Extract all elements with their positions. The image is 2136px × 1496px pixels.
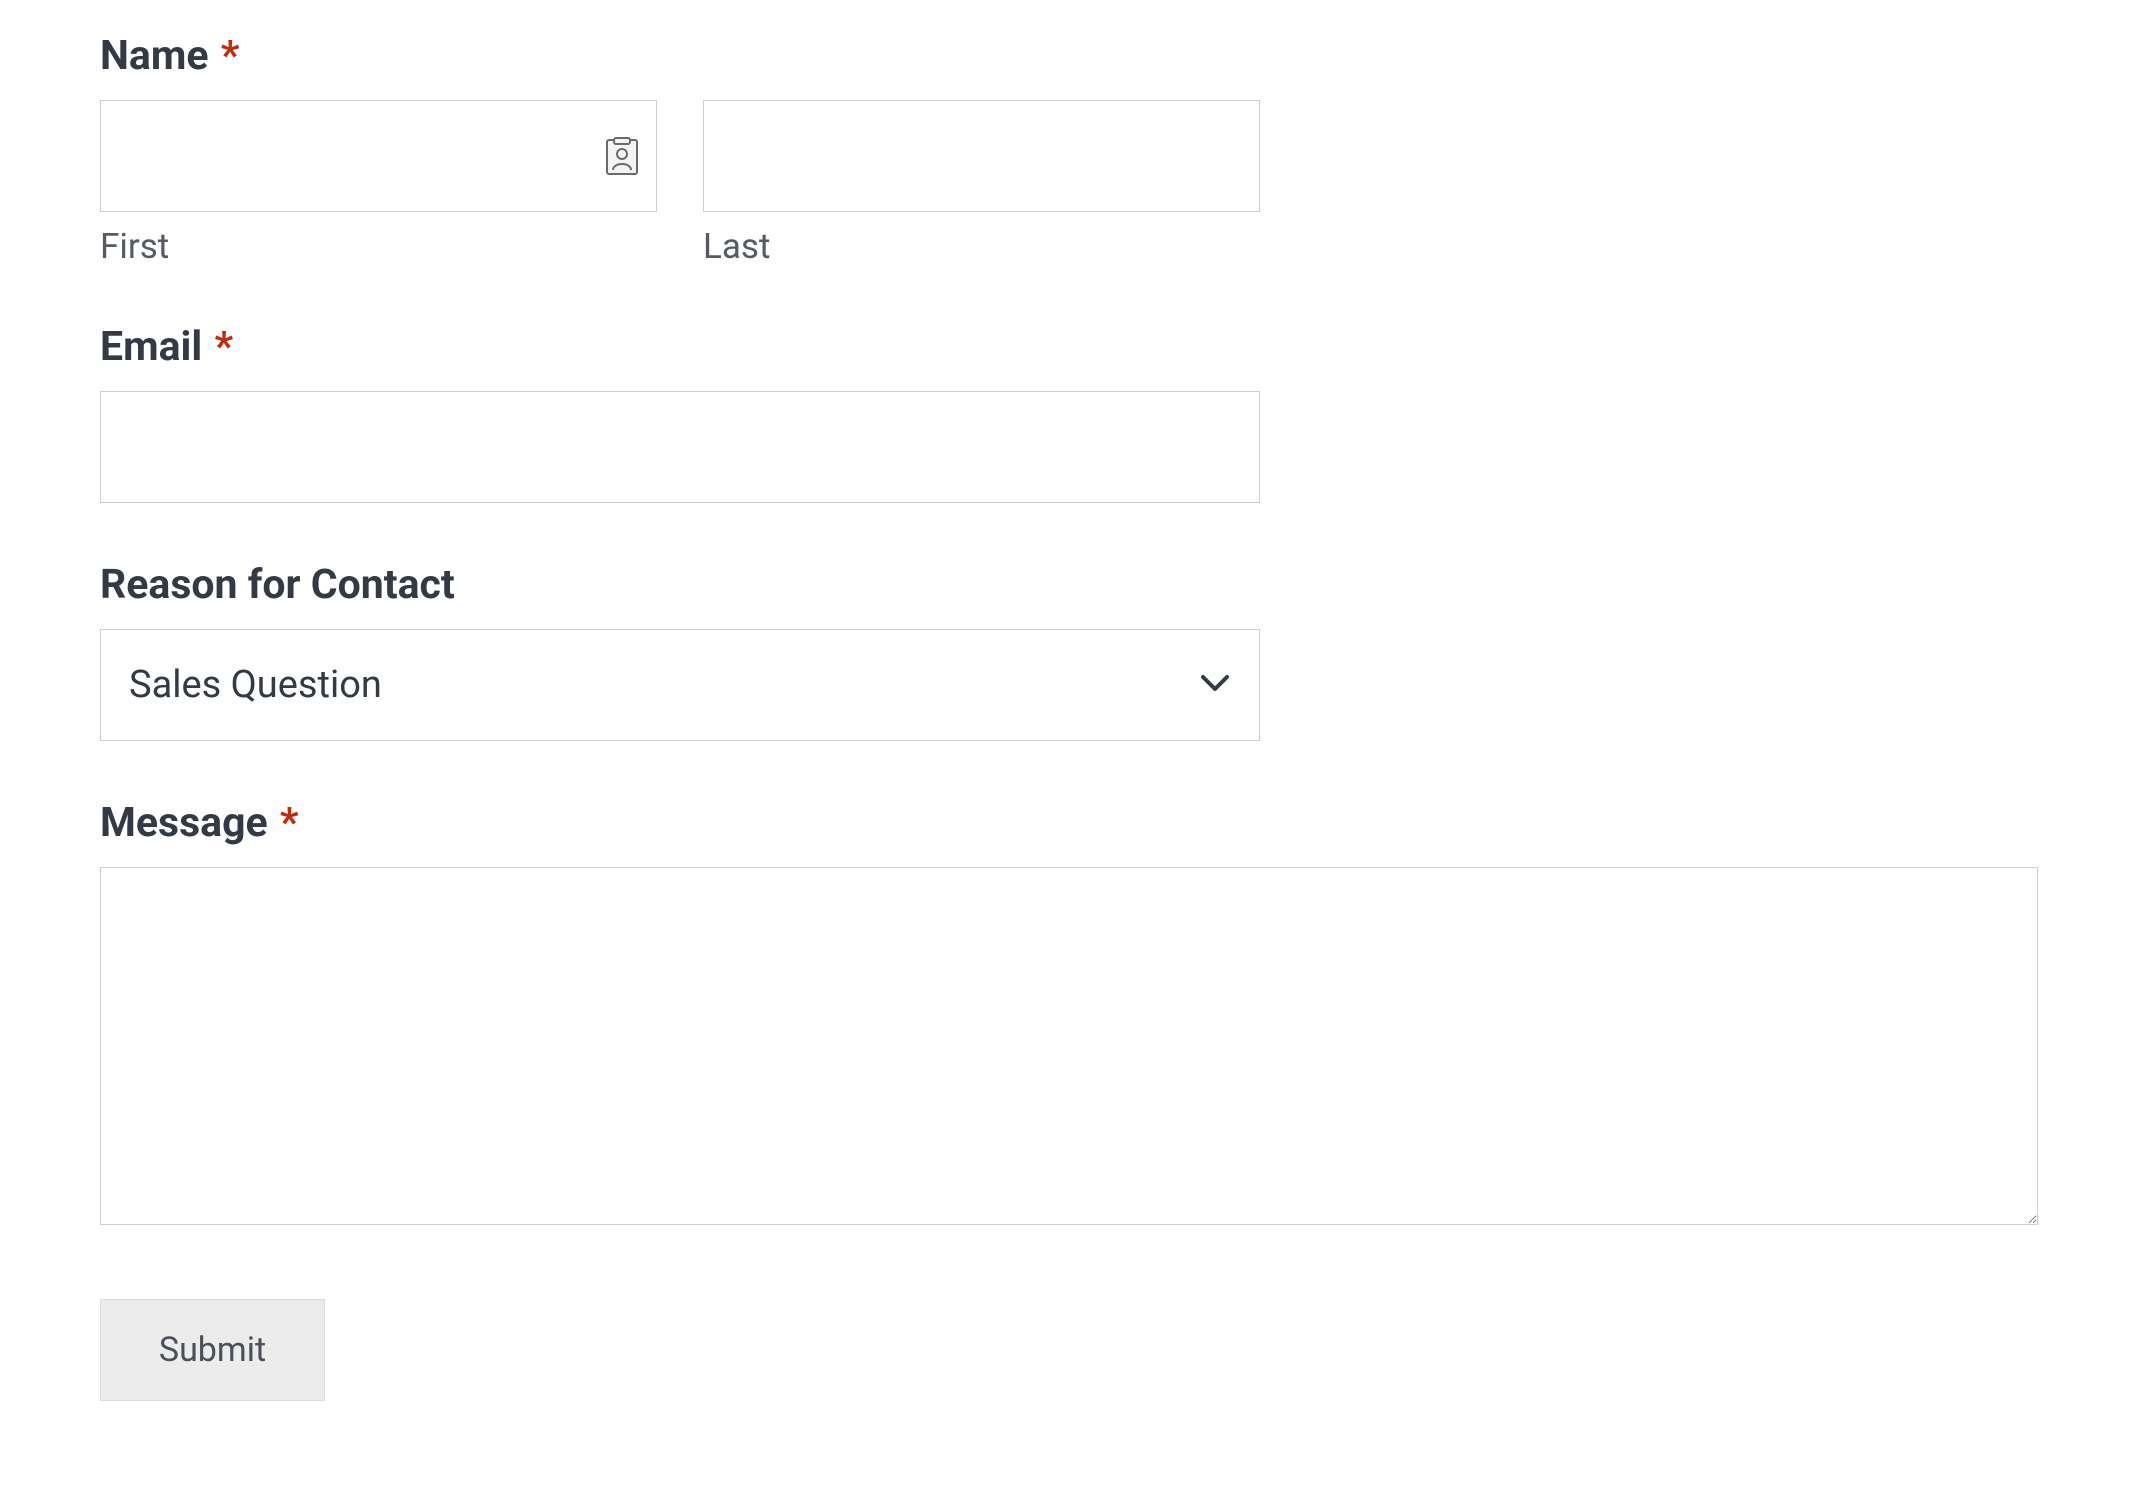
reason-label: Reason for Contact [100, 561, 2036, 609]
name-field-group: Name * First [100, 32, 2036, 267]
last-name-col: Last [703, 100, 1260, 267]
submit-button[interactable]: Submit [100, 1299, 325, 1401]
first-name-input-wrap [100, 100, 657, 212]
last-name-sublabel: Last [703, 226, 1260, 267]
message-field-group: Message * [100, 799, 2036, 1229]
name-label: Name * [100, 32, 2036, 80]
message-label-text: Message [100, 799, 268, 847]
name-required-asterisk: * [221, 32, 240, 80]
reason-field-group: Reason for Contact Sales Question [100, 561, 2036, 741]
first-name-col: First [100, 100, 657, 267]
reason-select[interactable]: Sales Question [100, 629, 1260, 741]
email-required-asterisk: * [214, 323, 233, 371]
email-label-text: Email [100, 323, 202, 371]
first-name-input[interactable] [100, 100, 657, 212]
email-label: Email * [100, 323, 2036, 371]
name-label-text: Name [100, 32, 209, 80]
message-required-asterisk: * [280, 799, 299, 847]
last-name-input[interactable] [703, 100, 1260, 212]
name-row: First Last [100, 100, 1260, 267]
message-textarea[interactable] [100, 867, 2038, 1225]
reason-select-wrap: Sales Question [100, 629, 1260, 741]
first-name-sublabel: First [100, 226, 657, 267]
email-field-group: Email * [100, 323, 2036, 503]
reason-label-text: Reason for Contact [100, 561, 455, 609]
contact-card-icon [605, 136, 639, 176]
message-label: Message * [100, 799, 2036, 847]
email-input[interactable] [100, 391, 1260, 503]
contact-form: Name * First [0, 0, 2136, 1461]
